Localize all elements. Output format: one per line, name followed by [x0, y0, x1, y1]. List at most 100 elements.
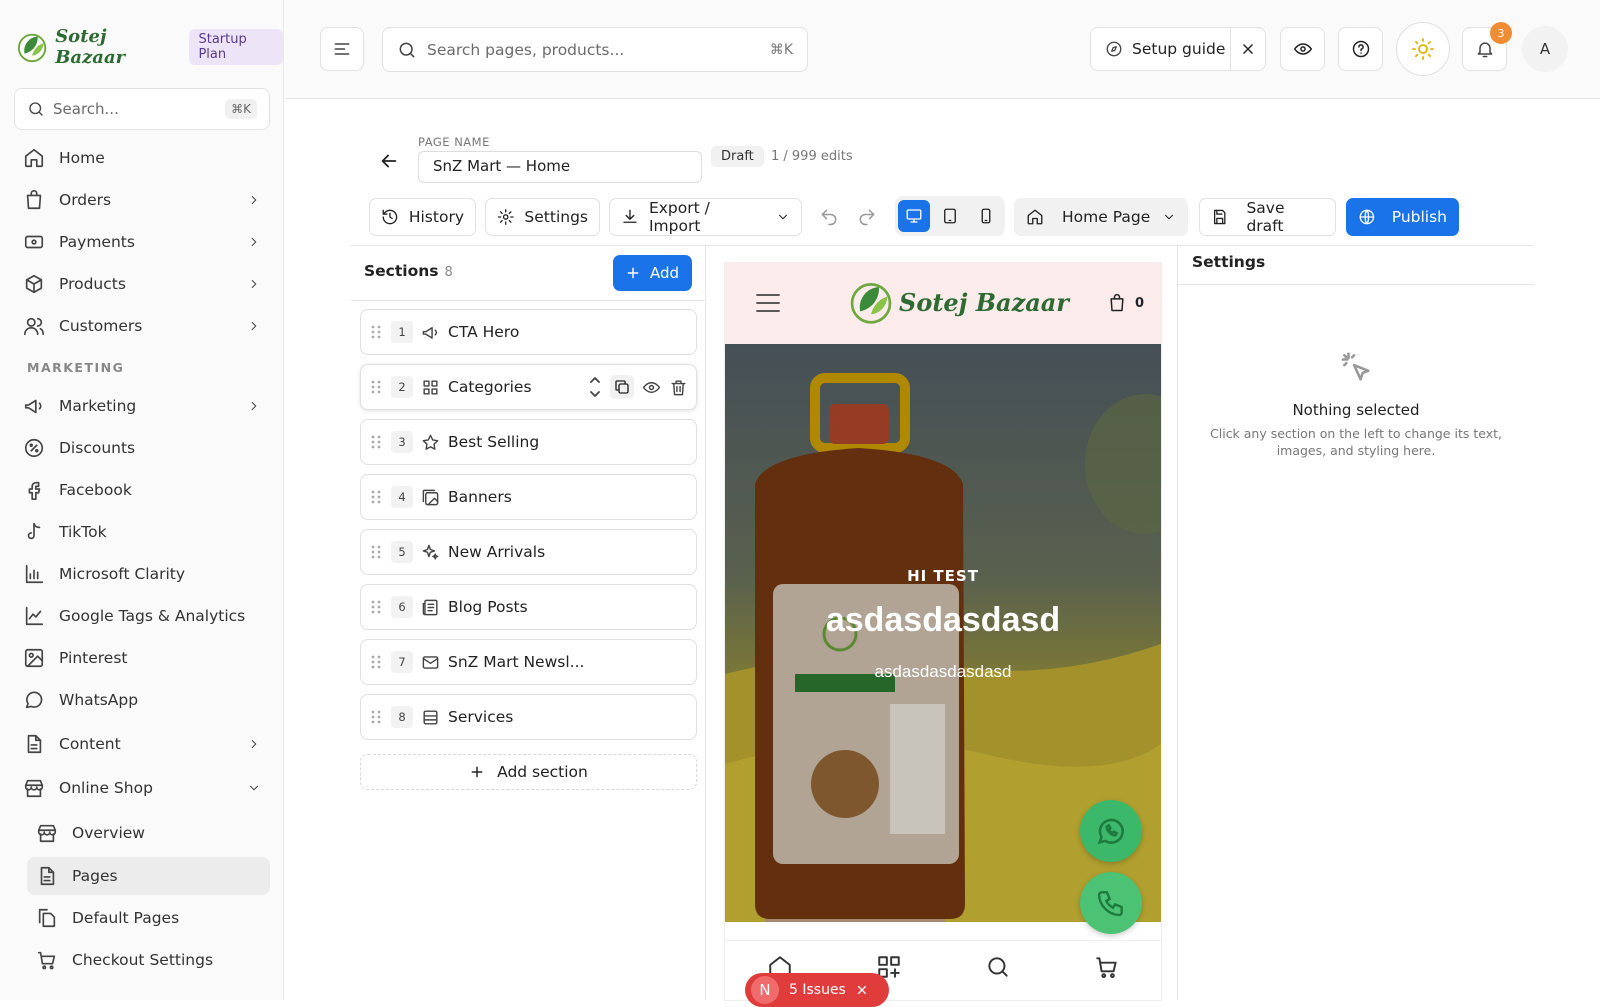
drag-handle-icon[interactable]	[369, 654, 383, 670]
sidebar-item-label: Customers	[59, 317, 143, 335]
global-search-input[interactable]: Search pages, products... ⌘K	[382, 27, 808, 72]
menu-toggle-button[interactable]	[320, 27, 364, 71]
sidebar-item-tiktok[interactable]: TikTok	[14, 512, 270, 552]
preview-button[interactable]	[1280, 27, 1325, 71]
drag-handle-icon[interactable]	[369, 709, 383, 725]
bar-chart-icon	[25, 564, 44, 584]
sidebar-item-checkout-settings[interactable]: Checkout Settings	[27, 941, 270, 979]
section-item-best-selling[interactable]: 3 Best Selling	[360, 419, 697, 465]
add-section-dashed-button[interactable]: Add section	[360, 754, 697, 790]
drag-handle-icon[interactable]	[369, 324, 383, 340]
back-button[interactable]	[378, 150, 400, 172]
drag-handle-icon[interactable]	[369, 544, 383, 560]
whatsapp-float-button[interactable]	[1080, 800, 1142, 862]
call-float-button[interactable]	[1080, 872, 1142, 934]
cart-icon[interactable]	[1094, 954, 1120, 980]
page-name-input[interactable]: SnZ Mart — Home	[418, 151, 702, 183]
monitor-icon	[906, 209, 922, 223]
setup-guide-button[interactable]: Setup guide	[1090, 27, 1266, 71]
sidebar-item-discounts[interactable]: Discounts	[14, 428, 270, 468]
drag-handle-icon[interactable]	[369, 379, 383, 395]
drag-handle-icon[interactable]	[369, 434, 383, 450]
section-item-services[interactable]: 8 Services	[360, 694, 697, 740]
facebook-icon	[28, 481, 41, 500]
drag-handle-icon[interactable]	[369, 489, 383, 505]
publish-button[interactable]: Publish	[1346, 198, 1459, 236]
export-import-dropdown[interactable]: Export / Import	[609, 198, 802, 236]
notifications-button[interactable]: 3	[1462, 22, 1512, 71]
sidebar-item-content[interactable]: Content	[14, 724, 270, 764]
sidebar-item-customers[interactable]: Customers	[14, 306, 270, 346]
section-label: Banners	[448, 488, 512, 506]
reorder-arrows-icon[interactable]	[588, 374, 602, 400]
sidebar-search-placeholder: Search...	[53, 100, 119, 118]
sidebar-item-label: Content	[59, 735, 121, 753]
sidebar-item-marketing[interactable]: Marketing	[14, 386, 270, 426]
redo-icon	[859, 209, 875, 226]
drag-handle-icon[interactable]	[369, 599, 383, 615]
preview-logo[interactable]: Sotej Bazaar	[849, 279, 1069, 325]
issues-badge[interactable]: N 5 Issues	[745, 973, 889, 1007]
sidebar-item-label: Google Tags & Analytics	[59, 607, 246, 625]
sidebar-item-pinterest[interactable]: Pinterest	[14, 638, 270, 678]
redo-button[interactable]	[857, 207, 877, 227]
add-section-button[interactable]: Add	[613, 255, 692, 291]
chevron-right-icon	[251, 401, 257, 411]
undo-button[interactable]	[819, 207, 839, 227]
device-desktop-button[interactable]	[898, 200, 930, 232]
eye-icon	[1293, 43, 1312, 55]
trash-icon[interactable]	[669, 378, 688, 397]
gear-icon	[497, 209, 514, 225]
device-tablet-button[interactable]	[934, 200, 966, 232]
menu-icon[interactable]	[755, 293, 781, 313]
close-icon[interactable]	[856, 984, 868, 996]
sidebar-item-online-shop[interactable]: Online Shop	[14, 768, 270, 808]
device-switcher	[895, 196, 1005, 236]
search-icon[interactable]	[985, 954, 1011, 980]
shortcut-badge: ⌘K	[225, 99, 257, 119]
compass-icon	[1106, 41, 1122, 57]
section-item-banners[interactable]: 4 Banners	[360, 474, 697, 520]
settings-panel: Settings Nothing selected Click any sect…	[1177, 245, 1534, 1000]
sidebar-item-payments[interactable]: Payments	[14, 222, 270, 262]
history-button[interactable]: History	[369, 198, 476, 236]
sidebar-item-default-pages[interactable]: Default Pages	[27, 899, 270, 937]
settings-button[interactable]: Settings	[485, 198, 600, 236]
eye-icon[interactable]	[642, 378, 661, 397]
sidebar-item-pages[interactable]: Pages	[27, 857, 270, 895]
sidebar-item-orders[interactable]: Orders	[14, 180, 270, 220]
section-item-categories[interactable]: 2 Categories	[360, 364, 697, 410]
help-button[interactable]	[1338, 27, 1383, 71]
duplicate-button[interactable]	[610, 375, 634, 399]
sidebar-item-products[interactable]: Products	[14, 264, 270, 304]
theme-toggle-button[interactable]	[1396, 22, 1450, 76]
section-item-new-arrivals[interactable]: 5 New Arrivals	[360, 529, 697, 575]
preview-cart[interactable]: 0	[1107, 293, 1144, 313]
sidebar-item-home[interactable]: Home	[14, 138, 270, 178]
search-icon	[29, 102, 43, 116]
sidebar-item-google-tags[interactable]: Google Tags & Analytics	[14, 596, 270, 636]
hero-title: asdasdasdasd	[825, 601, 1061, 639]
sidebar-search-input[interactable]: Search... ⌘K	[14, 88, 270, 130]
sidebar-item-overview[interactable]: Overview	[27, 814, 270, 852]
user-avatar[interactable]: A	[1522, 26, 1568, 72]
section-item-newsletter[interactable]: 7 SnZ Mart Newsl...	[360, 639, 697, 685]
brand-logo-icon	[850, 283, 892, 324]
setup-guide-close-button[interactable]	[1230, 28, 1265, 70]
brand[interactable]: Sotej Bazaar Startup Plan	[17, 26, 283, 68]
notification-count-badge: 3	[1490, 22, 1512, 44]
sidebar-item-facebook[interactable]: Facebook	[14, 470, 270, 510]
box-icon	[25, 274, 43, 294]
section-item-blog-posts[interactable]: 6 Blog Posts	[360, 584, 697, 630]
section-item-cta-hero[interactable]: 1 CTA Hero	[360, 309, 697, 355]
page-select-dropdown[interactable]: Home Page	[1014, 198, 1188, 236]
sidebar-item-label: Orders	[59, 191, 112, 209]
sidebar-item-whatsapp[interactable]: WhatsApp	[14, 680, 270, 720]
hero-section[interactable]: HI TEST asdasdasdasd asdasdasdasdasd	[725, 344, 1161, 922]
save-draft-button[interactable]: Save draft	[1199, 198, 1336, 236]
device-mobile-button[interactable]	[970, 200, 1002, 232]
page-preview[interactable]: Sotej Bazaar 0 HI TEST asdasdasdasd asda…	[725, 263, 1161, 1000]
tablet-icon	[944, 208, 956, 224]
sidebar-item-microsoft-clarity[interactable]: Microsoft Clarity	[14, 554, 270, 594]
sections-panel: Sections 8 Add 1 CTA Hero 2 Categories 3 …	[351, 245, 706, 1000]
